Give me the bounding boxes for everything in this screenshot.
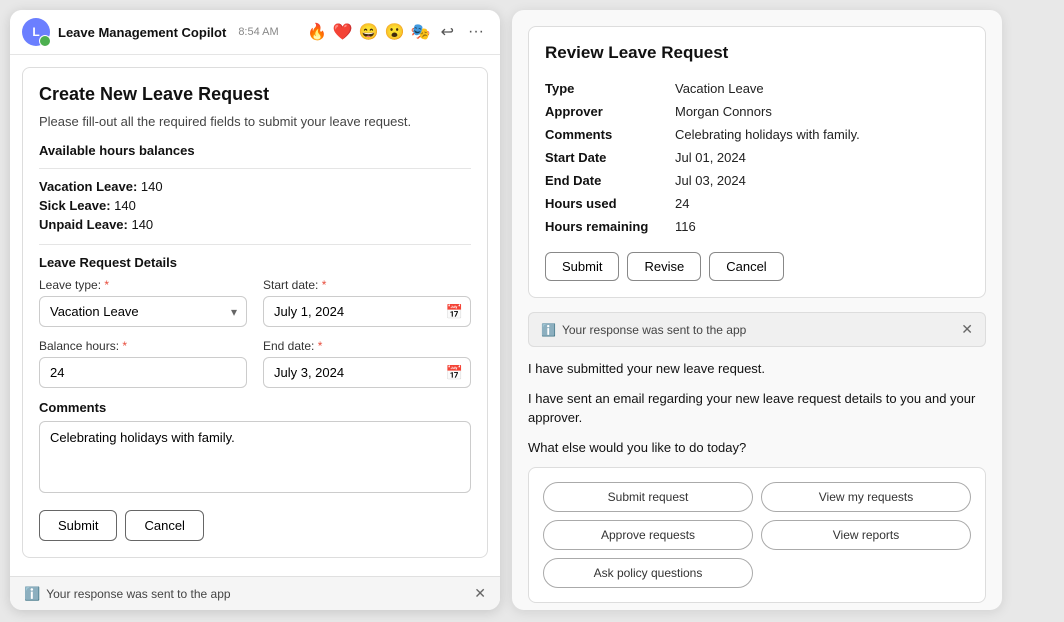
create-leave-form-card: Create New Leave Request Please fill-out… xyxy=(22,67,488,558)
right-panel: Review Leave Request TypeVacation LeaveA… xyxy=(512,10,1002,610)
form-title: Create New Leave Request xyxy=(39,84,471,105)
leave-type-select-wrapper: Vacation Leave Sick Leave Unpaid Leave ▾ xyxy=(39,296,247,327)
end-date-label: End date: * xyxy=(263,339,471,353)
review-submit-button[interactable]: Submit xyxy=(545,252,619,281)
info-icon: ℹ️ xyxy=(24,586,40,602)
end-date-group: End date: * 📅 xyxy=(263,339,471,388)
comments-label: Comments xyxy=(39,400,471,415)
right-messages: I have submitted your new leave request.… xyxy=(528,359,986,457)
leave-type-start-date-row: Leave type: * Vacation Leave Sick Leave … xyxy=(39,278,471,327)
form-subtitle: Please fill-out all the required fields … xyxy=(39,113,471,131)
review-field-key: Hours used xyxy=(545,192,675,215)
review-row: Hours remaining116 xyxy=(545,215,969,238)
review-title: Review Leave Request xyxy=(545,43,969,63)
review-field-value: Vacation Leave xyxy=(675,77,969,100)
end-date-wrapper: 📅 xyxy=(263,357,471,388)
review-revise-button[interactable]: Revise xyxy=(627,252,701,281)
review-row: End DateJul 03, 2024 xyxy=(545,169,969,192)
balance-hours-required: * xyxy=(122,339,127,353)
balances-label: Available hours balances xyxy=(39,143,471,158)
comments-textarea[interactable]: Celebrating holidays with family. xyxy=(39,421,471,493)
balance-hours-end-date-row: Balance hours: * End date: * 📅 xyxy=(39,339,471,388)
form-cancel-button[interactable]: Cancel xyxy=(125,510,203,541)
review-row: ApproverMorgan Connors xyxy=(545,100,969,123)
start-date-input[interactable] xyxy=(263,296,471,327)
start-date-group: Start date: * 📅 xyxy=(263,278,471,327)
balance-hours-label: Balance hours: * xyxy=(39,339,247,353)
review-row: TypeVacation Leave xyxy=(545,77,969,100)
quick-action-ask-policy-questions[interactable]: Ask policy questions xyxy=(543,558,753,588)
right-notification-text: Your response was sent to the app xyxy=(562,323,746,337)
left-panel: L Leave Management Copilot 8:54 AM 🔥 ❤️ … xyxy=(10,10,500,610)
review-field-key: End Date xyxy=(545,169,675,192)
quick-actions-card: Submit request View my requests Approve re… xyxy=(528,467,986,603)
review-card: Review Leave Request TypeVacation LeaveA… xyxy=(528,26,986,298)
left-notification-text: Your response was sent to the app xyxy=(46,587,230,601)
smile-icon[interactable]: 😄 xyxy=(359,22,379,42)
chat-message: I have submitted your new leave request. xyxy=(528,359,986,379)
details-label: Leave Request Details xyxy=(39,255,471,270)
review-field-value: 24 xyxy=(675,192,969,215)
right-notification-close[interactable]: ✕ xyxy=(961,321,973,338)
balance-hours-input[interactable] xyxy=(39,357,247,388)
leave-type-required: * xyxy=(104,278,109,292)
start-date-label: Start date: * xyxy=(263,278,471,292)
review-cancel-button[interactable]: Cancel xyxy=(709,252,783,281)
left-notification-bar: ℹ️ Your response was sent to the app ✕ xyxy=(10,576,500,610)
start-date-required: * xyxy=(322,278,327,292)
leave-type-group: Leave type: * Vacation Leave Sick Leave … xyxy=(39,278,247,327)
review-field-value: Morgan Connors xyxy=(675,100,969,123)
quick-action-view-reports[interactable]: View reports xyxy=(761,520,971,550)
chat-message: What else would you like to do today? xyxy=(528,438,986,458)
form-submit-button[interactable]: Submit xyxy=(39,510,117,541)
end-date-required: * xyxy=(318,339,323,353)
quick-actions-grid: Submit request View my requests Approve re… xyxy=(543,482,971,588)
app-container: L Leave Management Copilot 8:54 AM 🔥 ❤️ … xyxy=(0,0,1064,622)
header-title: Leave Management Copilot xyxy=(58,25,226,40)
more-button[interactable]: ··· xyxy=(464,21,488,43)
right-notification-bar: ℹ️ Your response was sent to the app ✕ xyxy=(528,312,986,347)
form-actions: Submit Cancel xyxy=(39,510,471,541)
review-row: Hours used24 xyxy=(545,192,969,215)
chat-message: I have sent an email regarding your new … xyxy=(528,389,986,428)
left-notification-close[interactable]: ✕ xyxy=(474,585,486,602)
review-row: CommentsCelebrating holidays with family… xyxy=(545,123,969,146)
start-date-wrapper: 📅 xyxy=(263,296,471,327)
chat-header: L Leave Management Copilot 8:54 AM 🔥 ❤️ … xyxy=(10,10,500,55)
right-info-icon: ℹ️ xyxy=(541,323,556,337)
header-reactions: 🔥 ❤️ 😄 😮 🎭 ↩ ··· xyxy=(307,20,488,44)
review-field-key: Comments xyxy=(545,123,675,146)
review-field-value: Jul 03, 2024 xyxy=(675,169,969,192)
review-field-key: Approver xyxy=(545,100,675,123)
leave-type-label: Leave type: * xyxy=(39,278,247,292)
header-time: 8:54 AM xyxy=(238,26,278,38)
avatar: L xyxy=(22,18,50,46)
leave-type-select[interactable]: Vacation Leave Sick Leave Unpaid Leave xyxy=(39,296,247,327)
quick-action-approve-requests[interactable]: Approve requests xyxy=(543,520,753,550)
end-date-input[interactable] xyxy=(263,357,471,388)
quick-action-view-my-requests[interactable]: View my requests xyxy=(761,482,971,512)
review-row: Start DateJul 01, 2024 xyxy=(545,146,969,169)
chat-body: Create New Leave Request Please fill-out… xyxy=(10,55,500,576)
review-field-value: Jul 01, 2024 xyxy=(675,146,969,169)
right-inner: Review Leave Request TypeVacation LeaveA… xyxy=(512,10,1002,610)
review-table: TypeVacation LeaveApproverMorgan Connors… xyxy=(545,77,969,238)
wow-icon[interactable]: 😮 xyxy=(385,22,405,42)
mask-icon[interactable]: 🎭 xyxy=(411,22,431,42)
heart-icon[interactable]: ❤️ xyxy=(333,22,353,42)
vacation-balance: Vacation Leave: 140 xyxy=(39,179,471,194)
review-field-value: 116 xyxy=(675,215,969,238)
fire-icon[interactable]: 🔥 xyxy=(307,22,327,42)
review-field-key: Start Date xyxy=(545,146,675,169)
undo-button[interactable]: ↩ xyxy=(437,20,458,44)
quick-action-submit-request[interactable]: Submit request xyxy=(543,482,753,512)
review-field-key: Hours remaining xyxy=(545,215,675,238)
sick-balance: Sick Leave: 140 xyxy=(39,198,471,213)
review-field-value: Celebrating holidays with family. xyxy=(675,123,969,146)
review-actions: Submit Revise Cancel xyxy=(545,252,969,281)
balance-hours-group: Balance hours: * xyxy=(39,339,247,388)
unpaid-balance: Unpaid Leave: 140 xyxy=(39,217,471,232)
review-field-key: Type xyxy=(545,77,675,100)
